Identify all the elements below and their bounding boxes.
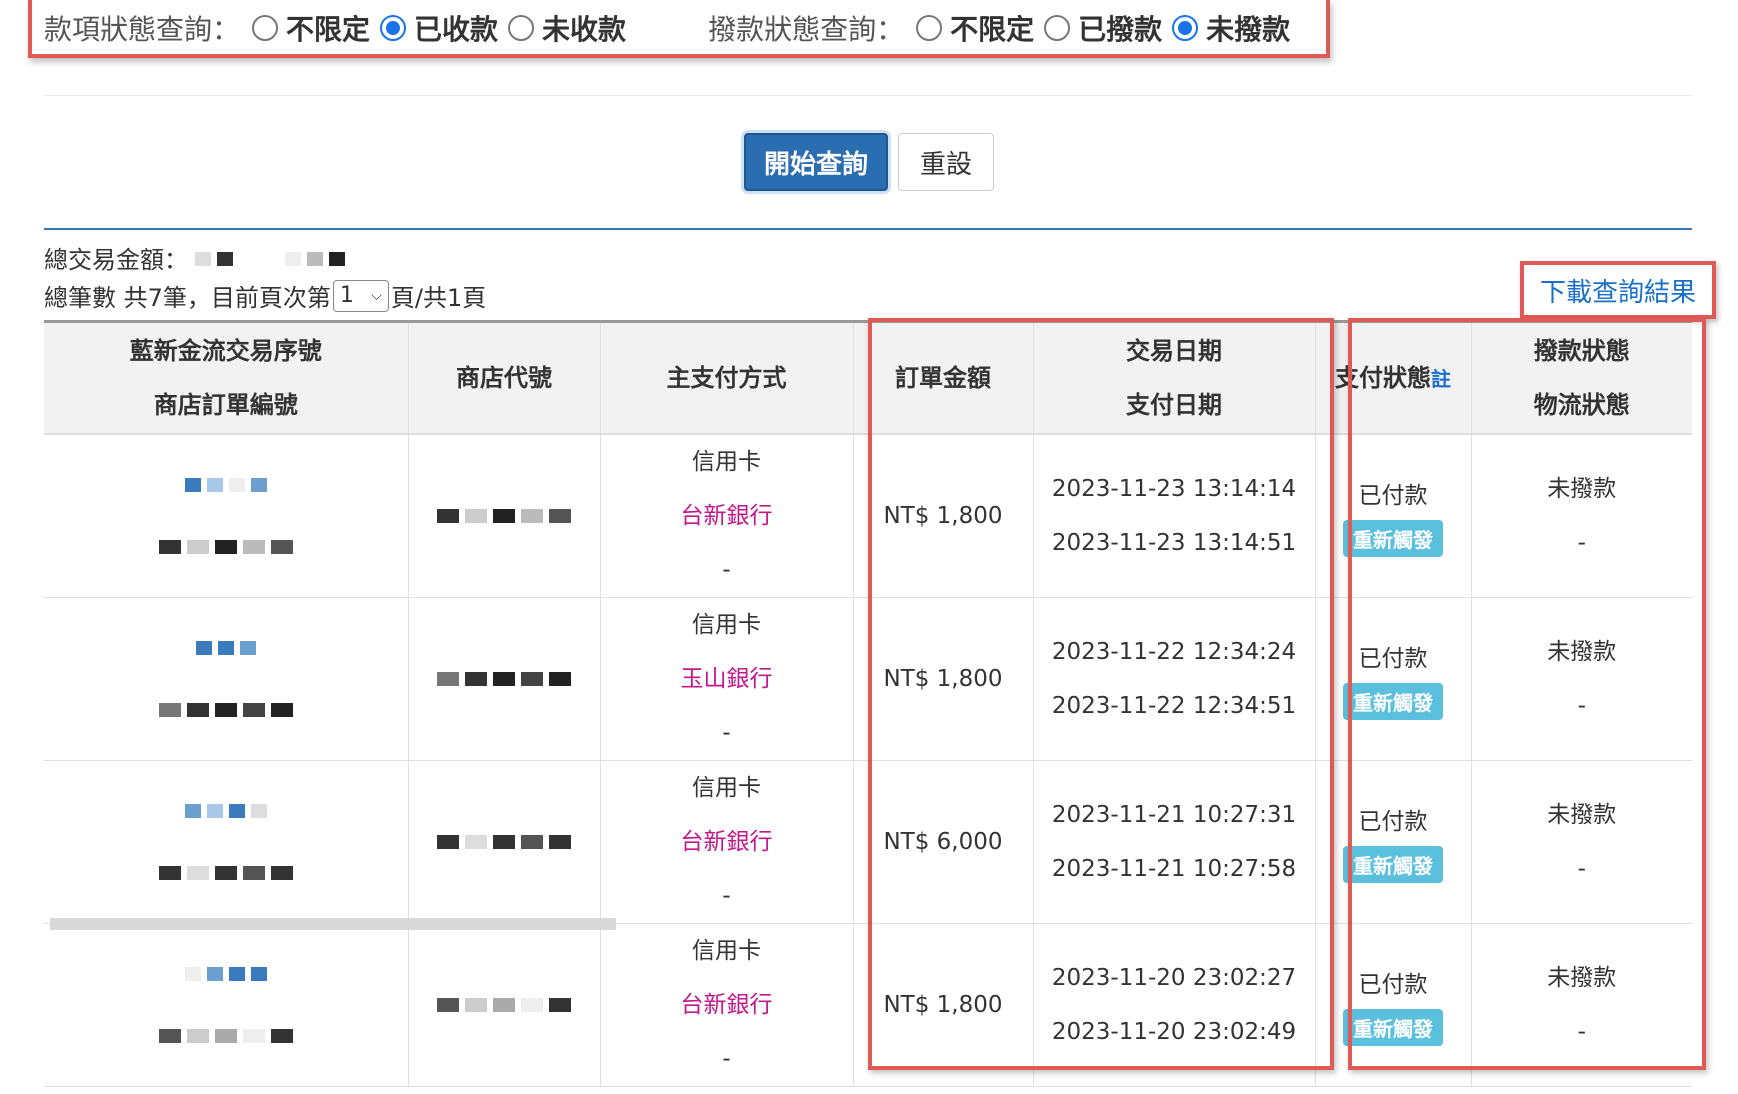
download-highlight-box: 下載查詢結果 [1520, 261, 1716, 319]
bank-name: 台新銀行 [680, 992, 773, 1018]
trade-order-cell [44, 434, 408, 598]
payment-method-cell: 信用卡 台新銀行 - [599, 923, 853, 1087]
bank-name: 台新銀行 [680, 829, 773, 855]
radio-icon[interactable] [508, 15, 535, 41]
trade-order-cell [44, 760, 408, 924]
payment-status-label: 款項狀態查詢： [44, 13, 241, 46]
divider [44, 95, 1692, 96]
merchant-id-cell [407, 923, 600, 1087]
redacted-trade-no[interactable] [44, 472, 408, 498]
redacted-order-no [44, 1023, 408, 1049]
merchant-id-cell [407, 434, 600, 598]
filter-row: 款項狀態查詢： 不限定 已收款 未收款 撥款狀態查詢： 不限定 已撥款 未撥款 [44, 6, 1300, 50]
redacted-order-no [44, 697, 408, 723]
redacted-order-no [44, 534, 408, 560]
merchant-id-cell [407, 760, 600, 924]
redacted-trade-no[interactable] [44, 635, 408, 661]
payment-radio-any[interactable]: 不限定 [252, 8, 370, 48]
reset-button[interactable]: 重設 [898, 133, 994, 191]
bank-name: 台新銀行 [680, 503, 773, 529]
remit-status-label: 撥款狀態查詢： [708, 13, 905, 46]
horizontal-scrollbar[interactable] [50, 918, 616, 930]
radio-icon[interactable] [1044, 15, 1071, 41]
redacted-trade-no[interactable] [44, 798, 408, 824]
redacted-merchant-id [434, 992, 574, 1018]
total-amount: 總交易金額： [44, 240, 352, 275]
payment-method-cell: 信用卡 台新銀行 - [599, 434, 853, 598]
payment-radio-unreceived[interactable]: 未收款 [508, 8, 626, 48]
radio-icon[interactable] [916, 15, 943, 41]
radio-checked-icon[interactable] [1172, 15, 1199, 41]
header-merchant-id: 商店代號 [407, 320, 600, 435]
pagination-summary: 總筆數 共7筆，目前頁次第 1 ⌵ 頁/共1頁 [44, 278, 486, 313]
total-amount-label: 總交易金額： [44, 246, 188, 274]
redacted-value [192, 244, 348, 272]
total-count-text: 總筆數 共7筆，目前頁次第 [44, 284, 331, 312]
search-button[interactable]: 開始查詢 [744, 133, 888, 191]
header-trade-order: 藍新金流交易序號 商店訂單編號 [44, 320, 408, 435]
remit-radio-remitted[interactable]: 已撥款 [1044, 8, 1162, 48]
amount-date-highlight-box [868, 318, 1334, 1070]
page-suffix-text: 頁/共1頁 [390, 284, 487, 312]
remit-radio-any[interactable]: 不限定 [916, 8, 1034, 48]
payment-method-cell: 信用卡 台新銀行 - [599, 760, 853, 924]
payment-radio-received[interactable]: 已收款 [380, 8, 498, 48]
trade-order-cell [44, 597, 408, 761]
header-payment-method: 主支付方式 [599, 320, 853, 435]
download-results-link[interactable]: 下載查詢結果 [1540, 272, 1696, 309]
radio-icon[interactable] [252, 15, 279, 41]
merchant-id-cell [407, 597, 600, 761]
redacted-merchant-id [434, 503, 574, 529]
redacted-merchant-id [434, 829, 574, 855]
remit-radio-unremitted[interactable]: 未撥款 [1172, 8, 1290, 48]
chevron-down-icon: ⌵ [371, 287, 382, 304]
radio-checked-icon[interactable] [380, 15, 407, 41]
payment-method-cell: 信用卡 玉山銀行 - [599, 597, 853, 761]
trade-order-cell [44, 923, 408, 1087]
page-select[interactable]: 1 ⌵ [332, 279, 389, 312]
status-highlight-box [1348, 318, 1706, 1070]
redacted-order-no [44, 860, 408, 886]
redacted-merchant-id [434, 666, 574, 692]
divider [44, 228, 1692, 230]
bank-name: 玉山銀行 [680, 666, 773, 692]
redacted-trade-no[interactable] [44, 961, 408, 987]
